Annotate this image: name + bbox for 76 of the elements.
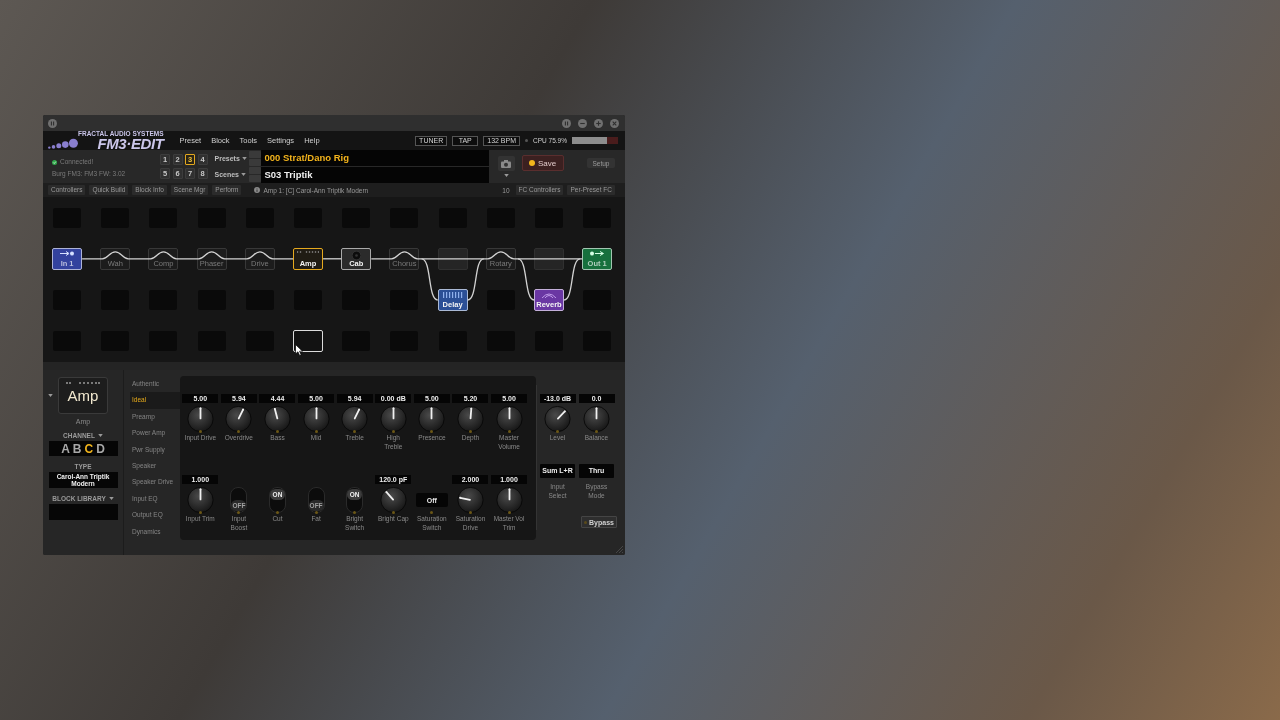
knob[interactable]	[418, 406, 446, 432]
camera-button[interactable]	[497, 156, 515, 171]
indicator-dot-icon	[314, 511, 318, 514]
indicator-dot-icon	[353, 430, 357, 433]
letter-option[interactable]: D	[96, 441, 105, 456]
knob[interactable]	[264, 406, 291, 432]
indicator-dot-icon	[198, 511, 202, 514]
circle-bars-icon[interactable]	[562, 118, 571, 128]
scene-down-button[interactable]	[248, 175, 261, 182]
indicator-dot-icon	[237, 511, 241, 514]
indicator-dot-icon	[353, 511, 357, 514]
indicator-dot-icon	[595, 430, 598, 433]
knob[interactable]	[225, 406, 253, 432]
caret-icon	[97, 434, 103, 437]
speaker-icon	[351, 250, 361, 260]
knob[interactable]	[379, 406, 407, 432]
caret-icon	[241, 173, 247, 177]
knob[interactable]	[302, 406, 330, 432]
letter-option[interactable]: A	[61, 441, 70, 456]
preset-display[interactable]: 000 Strat/Dano Rig	[260, 150, 489, 166]
indicator-dot-icon	[556, 430, 559, 433]
bubbles-icon	[48, 137, 78, 149]
library-field[interactable]	[48, 504, 118, 520]
indicator-dot-icon	[391, 430, 395, 433]
preset-up-button[interactable]	[248, 151, 261, 158]
knob[interactable]	[341, 406, 369, 432]
bars-icon	[441, 291, 464, 298]
minimize-icon[interactable]	[578, 118, 587, 128]
caret-icon[interactable]	[503, 174, 509, 177]
info-icon	[254, 187, 261, 193]
scene-up-button[interactable]	[248, 167, 261, 174]
dots-icon	[297, 250, 320, 253]
indicator-dot-icon	[507, 511, 511, 514]
indicator-dot-icon	[468, 430, 472, 433]
amp-block-button[interactable]: Amp	[58, 377, 108, 414]
logo-text: FM3·EDIT	[97, 137, 164, 150]
letter-option[interactable]: B	[72, 441, 82, 456]
indicator-dot-icon	[276, 430, 279, 433]
knob[interactable]	[583, 406, 610, 432]
caret-icon	[108, 497, 114, 500]
arcs-icon	[540, 291, 557, 298]
knob[interactable]	[186, 487, 214, 513]
indicator-dot-icon	[430, 430, 434, 433]
scene-display[interactable]: S03 Triptik	[260, 167, 489, 183]
caret-icon[interactable]	[48, 394, 53, 397]
cursor-icon	[294, 343, 303, 356]
knob[interactable]	[544, 406, 571, 432]
resize-grip-icon[interactable]	[616, 546, 623, 553]
arrow-icon	[590, 250, 605, 256]
circle-bars-icon[interactable]	[48, 118, 57, 128]
indicator-dot-icon	[430, 511, 434, 514]
knob[interactable]	[495, 406, 523, 432]
empty-slot[interactable]	[293, 330, 324, 353]
arrow-icon	[60, 250, 75, 256]
letter-option[interactable]: C	[84, 441, 94, 456]
knob[interactable]	[456, 487, 484, 513]
indicator-dot-icon	[507, 430, 511, 433]
indicator-dot-icon	[198, 430, 202, 433]
indicator-dot-icon	[276, 511, 279, 514]
indicator-dot-icon	[468, 511, 472, 514]
save-button[interactable]: Save	[521, 155, 564, 171]
knob[interactable]	[379, 487, 407, 513]
shunt-block[interactable]	[437, 247, 468, 270]
knob[interactable]	[495, 487, 523, 513]
close-icon[interactable]	[610, 118, 619, 128]
maximize-icon[interactable]	[594, 118, 603, 128]
knob[interactable]	[186, 406, 214, 432]
indicator-dot-icon	[391, 511, 395, 514]
led-icon	[525, 139, 529, 142]
knob[interactable]	[456, 406, 484, 432]
indicator-dot-icon	[314, 430, 318, 433]
preset-down-button[interactable]	[248, 159, 261, 166]
camera-icon	[501, 159, 511, 168]
caret-icon	[241, 156, 247, 160]
shunt-block[interactable]	[533, 247, 564, 270]
indicator-dot-icon	[237, 430, 241, 433]
